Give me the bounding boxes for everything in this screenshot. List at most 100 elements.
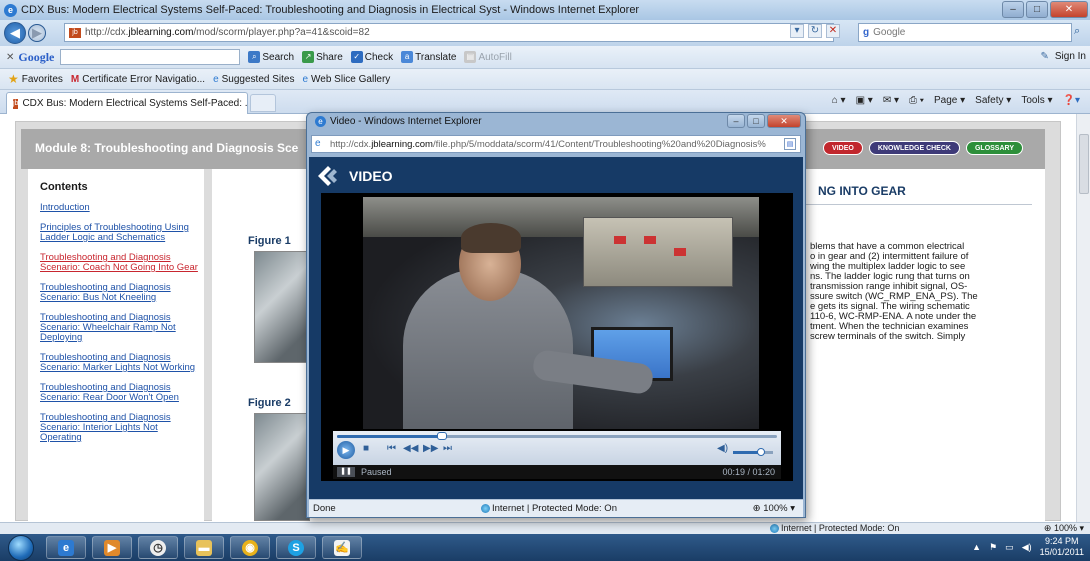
play-button[interactable]: ▶: [337, 441, 355, 459]
toolbar-share[interactable]: ↗ Share: [302, 51, 343, 63]
popup-close-button[interactable]: ✕: [767, 114, 801, 128]
popup-title: Video - Windows Internet Explorer: [330, 116, 482, 127]
toolbar-autofill[interactable]: ▤ AutoFill: [464, 51, 512, 63]
minimize-button[interactable]: –: [1002, 1, 1024, 18]
popup-status-done: Done: [313, 503, 336, 514]
google-search-icon: g: [863, 27, 870, 38]
volume-slider[interactable]: [733, 448, 773, 456]
popup-address-bar[interactable]: e http://cdx. jblearning.com/file.php/5/m…: [311, 135, 801, 153]
page-scrollbar[interactable]: [1076, 114, 1090, 522]
video-logo-icon: [318, 166, 337, 186]
mail-icon[interactable]: ✉ ▾: [883, 95, 899, 106]
menu-safety[interactable]: Safety ▾: [975, 95, 1011, 106]
toc-bus-not-kneeling[interactable]: Troubleshooting and Diagnosis Scenario: …: [40, 283, 200, 303]
previous-icon[interactable]: ⏮: [387, 443, 396, 454]
ie-logo-icon: e: [4, 3, 17, 17]
popup-maximize-button[interactable]: □: [747, 114, 765, 128]
pause-icon[interactable]: ❚❚: [337, 467, 355, 477]
fav-item-certificate[interactable]: M Certificate Error Navigatio...: [71, 74, 205, 85]
address-input[interactable]: jb http://cdx. jblearning.com/mod/scorm/p…: [64, 23, 834, 42]
toc-coach-not-going-into-gear[interactable]: Troubleshooting and Diagnosis Scenario: …: [40, 253, 200, 273]
toc-wheelchair-ramp[interactable]: Troubleshooting and Diagnosis Scenario: …: [40, 313, 200, 343]
taskbar-media[interactable]: ▶: [92, 536, 132, 559]
search-input[interactable]: g Google: [858, 23, 1072, 42]
toc-interior-lights[interactable]: Troubleshooting and Diagnosis Scenario: …: [40, 413, 200, 443]
fav-item-web-slice[interactable]: e Web Slice Gallery: [302, 74, 390, 85]
taskbar-explorer[interactable]: ▬: [184, 536, 224, 559]
toolbar-close-icon[interactable]: ✕: [6, 52, 14, 63]
knowledge-check-button[interactable]: KNOWLEDGE CHECK: [868, 141, 960, 155]
title-divider: [772, 204, 1032, 205]
globe-icon: [770, 524, 779, 534]
tab-course[interactable]: jb CDX Bus: Modern Electrical Systems Se…: [6, 92, 248, 114]
spellcheck-icon: ✓: [350, 51, 363, 63]
stop-icon[interactable]: ✕: [826, 24, 840, 38]
menu-page[interactable]: Page ▾: [934, 95, 965, 106]
fast-forward-icon[interactable]: ▶▶: [423, 443, 438, 454]
next-icon[interactable]: ⏭: [443, 443, 452, 454]
taskbar-chrome[interactable]: ◉: [230, 536, 270, 559]
paragraph-line: blems that have a common electrical: [810, 242, 965, 252]
toolbar-check[interactable]: ✓ Check: [350, 51, 393, 63]
print-icon[interactable]: ⎙ ▾: [909, 95, 924, 106]
tray-arrow-icon[interactable]: ▲: [972, 542, 981, 552]
favorites-button[interactable]: ★ Favorites: [8, 72, 63, 86]
ime-icon: ✍: [334, 539, 350, 556]
taskbar-app[interactable]: ◷: [138, 536, 178, 559]
fav-item-suggested-sites[interactable]: e Suggested Sites: [213, 74, 294, 85]
clock[interactable]: 9:24 PM 15/01/2011: [1040, 536, 1084, 558]
glossary-button[interactable]: GLOSSARY: [965, 141, 1023, 155]
video-frame[interactable]: [363, 197, 759, 429]
seek-bar[interactable]: [337, 432, 777, 440]
help-icon[interactable]: ❓▾: [1063, 95, 1080, 106]
popup-minimize-button[interactable]: –: [727, 114, 745, 128]
volume-handle[interactable]: [757, 448, 765, 456]
globe-icon: [481, 503, 490, 513]
rewind-icon[interactable]: ◀◀: [403, 443, 418, 454]
main-window-titlebar: e CDX Bus: Modern Electrical Systems Sel…: [0, 0, 1090, 20]
start-button[interactable]: [8, 535, 34, 561]
toolbar-signin[interactable]: ✎ Sign In: [1040, 51, 1086, 62]
close-button[interactable]: ✕: [1050, 1, 1088, 18]
search-go-icon[interactable]: ⌕: [1074, 25, 1080, 38]
toc-introduction[interactable]: Introduction: [40, 203, 200, 213]
video-button[interactable]: VIDEO: [823, 141, 863, 155]
feeds-icon[interactable]: ▣ ▾: [856, 95, 873, 106]
ie-logo-icon: e: [315, 116, 326, 127]
network-icon[interactable]: ▭: [1005, 542, 1014, 553]
back-button[interactable]: ◀: [4, 22, 26, 44]
main-statusbar: Internet | Protected Mode: On ⊕ 100% ▾: [0, 522, 1090, 534]
seek-progress: [337, 435, 442, 438]
player-time: 00:19 / 01:20: [722, 467, 775, 477]
flag-icon[interactable]: ⚑: [989, 542, 997, 553]
google-toolbar: ✕ Google ⌕ Search ↗ Share ✓ Check a Translat…: [0, 46, 1090, 69]
new-tab-button[interactable]: [250, 94, 276, 112]
taskbar-ie[interactable]: e: [46, 536, 86, 559]
toc-rear-door[interactable]: Troubleshooting and Diagnosis Scenario: …: [40, 383, 200, 403]
ie-page-icon: e: [302, 73, 309, 85]
toc-marker-lights[interactable]: Troubleshooting and Diagnosis Scenario: …: [40, 353, 200, 373]
refresh-icon[interactable]: ↻: [808, 24, 822, 38]
seek-handle[interactable]: [436, 432, 447, 440]
popup-url-prefix: http://cdx.: [330, 138, 372, 150]
compat-view-icon[interactable]: ▾: [790, 24, 804, 38]
toc-principles[interactable]: Principles of Troubleshooting Using Ladd…: [40, 223, 200, 243]
forward-button[interactable]: ▶: [28, 24, 46, 42]
taskbar-ime[interactable]: ✍: [322, 536, 362, 559]
popup-statusbar: Done Internet | Protected Mode: On ⊕ 100…: [309, 499, 803, 517]
taskbar-skype[interactable]: S: [276, 536, 316, 559]
toolbar-search[interactable]: ⌕ Search: [248, 51, 294, 63]
popup-zoom-level[interactable]: ⊕ 100% ▾: [753, 503, 795, 514]
google-toolbar-input[interactable]: [60, 49, 241, 65]
stop-icon[interactable]: ■: [363, 443, 369, 454]
home-icon[interactable]: ⌂ ▾: [832, 95, 846, 106]
volume-icon[interactable]: ◀): [1022, 542, 1032, 553]
maximize-button[interactable]: □: [1026, 1, 1048, 18]
scrollbar-thumb[interactable]: [1079, 134, 1089, 194]
compat-view-icon[interactable]: ▤: [784, 138, 796, 150]
zoom-level[interactable]: ⊕ 100% ▾: [1044, 523, 1084, 534]
mute-icon[interactable]: ◀): [717, 443, 728, 454]
menu-tools[interactable]: Tools ▾: [1021, 95, 1052, 106]
address-tools: ▾ ↻ ✕: [790, 24, 840, 38]
toolbar-translate[interactable]: a Translate: [401, 51, 456, 63]
